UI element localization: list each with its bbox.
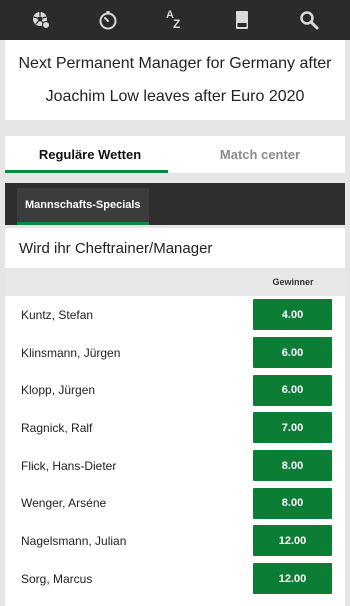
selection-row: Flick, Hans-Dieter 8.00 [5,447,345,485]
selection-row: Nagelsmann, Julian 12.00 [5,522,345,560]
section-tab-mannschafts-specials[interactable]: Mannschafts-Specials [17,188,149,225]
search-icon[interactable] [297,8,321,32]
odds-button[interactable]: 4.00 [253,299,332,331]
sports-ball-icon[interactable] [29,8,53,32]
az-letter-z: Z [172,17,181,31]
column-header-gewinner: Gewinner [272,277,314,287]
selection-name: Flick, Hans-Dieter [21,458,117,473]
tab-regulare-wetten[interactable]: Reguläre Wetten [5,136,175,173]
selection-row: Wenger, Arséne 8.00 [5,484,345,522]
market-card: Wird ihr Cheftrainer/Manager Gewinner Ku… [5,228,345,606]
odds-button[interactable]: 8.00 [253,487,332,519]
odds-button[interactable]: 7.00 [253,412,332,444]
selection-name: Ragnick, Ralf [21,420,93,435]
selection-name: Nagelsmann, Julian [21,533,127,548]
odds-button[interactable]: 12.00 [253,563,332,595]
market-tabs: Reguläre Wetten Match center [5,136,345,173]
top-navigation-bar: A Z [0,0,350,40]
stopwatch-icon[interactable] [96,8,120,32]
selection-name: Sorg, Marcus [21,571,93,586]
selection-name: Kuntz, Stefan [21,307,94,322]
column-header-row: Gewinner [5,268,345,296]
odds-button[interactable]: 6.00 [253,337,332,369]
tab-match-center[interactable]: Match center [175,136,345,173]
odds-button[interactable]: 8.00 [253,450,332,482]
section-bar: Mannschafts-Specials [5,183,345,225]
selection-name: Klopp, Jürgen [21,383,96,398]
selection-name: Wenger, Arséne [21,496,107,511]
selection-row: Klopp, Jürgen 6.00 [5,371,345,409]
odds-button[interactable]: 6.00 [253,374,332,406]
betslip-icon[interactable] [230,8,254,32]
market-title: Wird ihr Cheftrainer/Manager [19,239,213,257]
az-sort-icon[interactable]: A Z [163,8,187,32]
selection-row: Kuntz, Stefan 4.00 [5,296,345,334]
selection-row: Klinsmann, Jürgen 6.00 [5,334,345,372]
event-title-card: Next Permanent Manager for Germany after… [5,40,345,120]
selection-row: Sorg, Marcus 12.00 [5,560,345,598]
selection-row: Ragnick, Ralf 7.00 [5,409,345,447]
selection-name: Klinsmann, Jürgen [21,345,121,360]
event-title: Next Permanent Manager for Germany after… [18,55,332,105]
odds-button[interactable]: 12.00 [253,525,332,557]
